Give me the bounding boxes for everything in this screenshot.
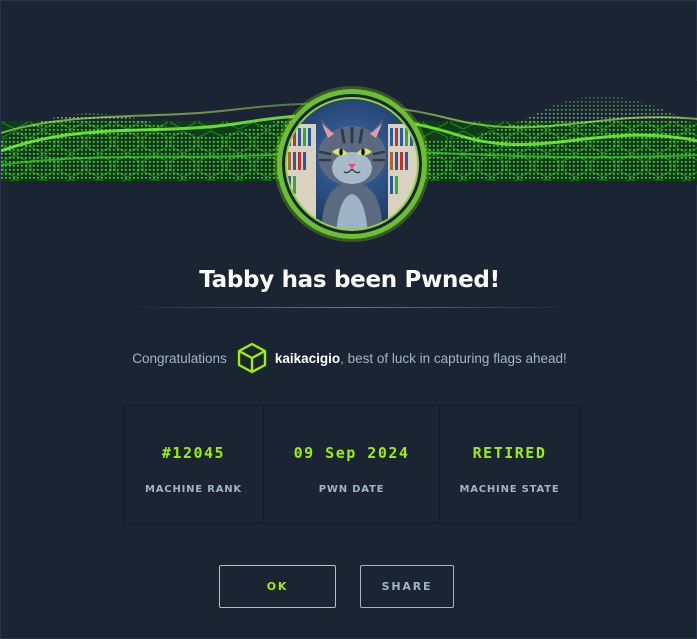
htb-cube-icon [235, 341, 269, 375]
congrats-trail: , best of luck in capturing flags ahead! [340, 350, 567, 366]
page-title: Tabby has been Pwned! [199, 267, 500, 293]
username-link[interactable]: kaikacigio [275, 351, 340, 366]
title-divider [126, 307, 573, 308]
stat-value: RETIRED [472, 444, 547, 462]
stat-label: MACHINE RANK [145, 484, 242, 495]
stat-pwn-date: 09 Sep 2024 PWN DATE [263, 406, 439, 523]
congrats-lead: Congratulations [132, 350, 227, 366]
tabby-cat-icon [274, 86, 430, 242]
pwned-modal: Tabby has been Pwned! Congratulations ka… [0, 0, 697, 639]
stat-machine-rank: #12045 MACHINE RANK [124, 406, 263, 523]
stat-machine-state: RETIRED MACHINE STATE [439, 406, 579, 523]
stats-panel: #12045 MACHINE RANK 09 Sep 2024 PWN DATE… [123, 405, 580, 524]
stat-value: 09 Sep 2024 [293, 444, 410, 462]
stat-value: #12045 [161, 444, 226, 462]
stat-label: PWN DATE [318, 484, 385, 495]
share-button[interactable]: SHARE [360, 565, 454, 608]
machine-avatar [272, 84, 432, 244]
ok-button[interactable]: OK [219, 565, 336, 608]
congrats-message: Congratulations kaikacigio , best of luc… [1, 341, 697, 375]
stat-label: MACHINE STATE [459, 484, 560, 495]
